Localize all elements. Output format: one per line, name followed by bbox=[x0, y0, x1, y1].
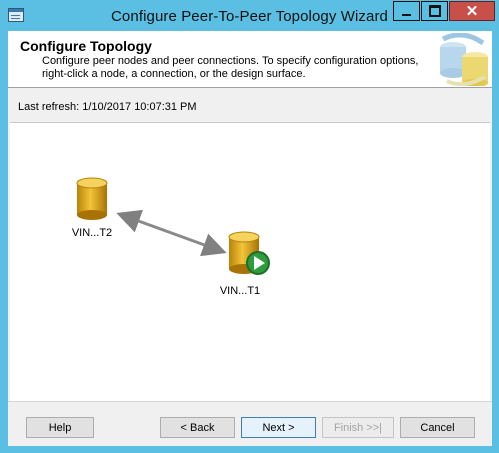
wizard-client-area: Configure Topology Configure peer nodes … bbox=[8, 31, 492, 446]
play-icon bbox=[246, 251, 270, 275]
replication-banner-icon bbox=[440, 33, 488, 86]
database-icon bbox=[228, 231, 270, 275]
help-button[interactable]: Help bbox=[26, 417, 94, 438]
maximize-icon bbox=[428, 5, 441, 17]
title-bar[interactable]: Configure Peer-To-Peer Topology Wizard ✕ bbox=[0, 0, 499, 32]
peer-node-t1[interactable]: VIN...T1 bbox=[217, 231, 277, 297]
page-title: Configure Topology bbox=[20, 38, 152, 54]
node-label: VIN...T1 bbox=[219, 285, 261, 297]
maximize-button[interactable] bbox=[421, 1, 448, 21]
peer-connection-line[interactable] bbox=[116, 209, 227, 257]
next-button[interactable]: Next > bbox=[241, 417, 316, 438]
wizard-header: Configure Topology Configure peer nodes … bbox=[8, 31, 492, 88]
page-description: Configure peer nodes and peer connection… bbox=[42, 55, 419, 80]
cancel-button[interactable]: Cancel bbox=[400, 417, 475, 438]
topology-design-surface[interactable]: VIN...T2 VIN...T1 bbox=[10, 122, 490, 401]
peer-node-t2[interactable]: VIN...T2 bbox=[62, 177, 122, 239]
last-refresh-label: Last refresh: 1/10/2017 10:07:31 PM bbox=[18, 101, 197, 113]
finish-button[interactable]: Finish >>| bbox=[322, 417, 394, 438]
node-label: VIN...T2 bbox=[71, 227, 113, 239]
minimize-icon bbox=[402, 14, 411, 16]
close-icon: ✕ bbox=[465, 2, 479, 20]
close-button[interactable]: ✕ bbox=[449, 1, 495, 21]
wizard-window: Configure Peer-To-Peer Topology Wizard ✕… bbox=[0, 0, 499, 453]
database-icon bbox=[76, 177, 108, 220]
wizard-button-bar: Help < Back Next > Finish >>| Cancel bbox=[8, 401, 492, 446]
minimize-button[interactable] bbox=[393, 1, 420, 21]
back-button[interactable]: < Back bbox=[160, 417, 235, 438]
